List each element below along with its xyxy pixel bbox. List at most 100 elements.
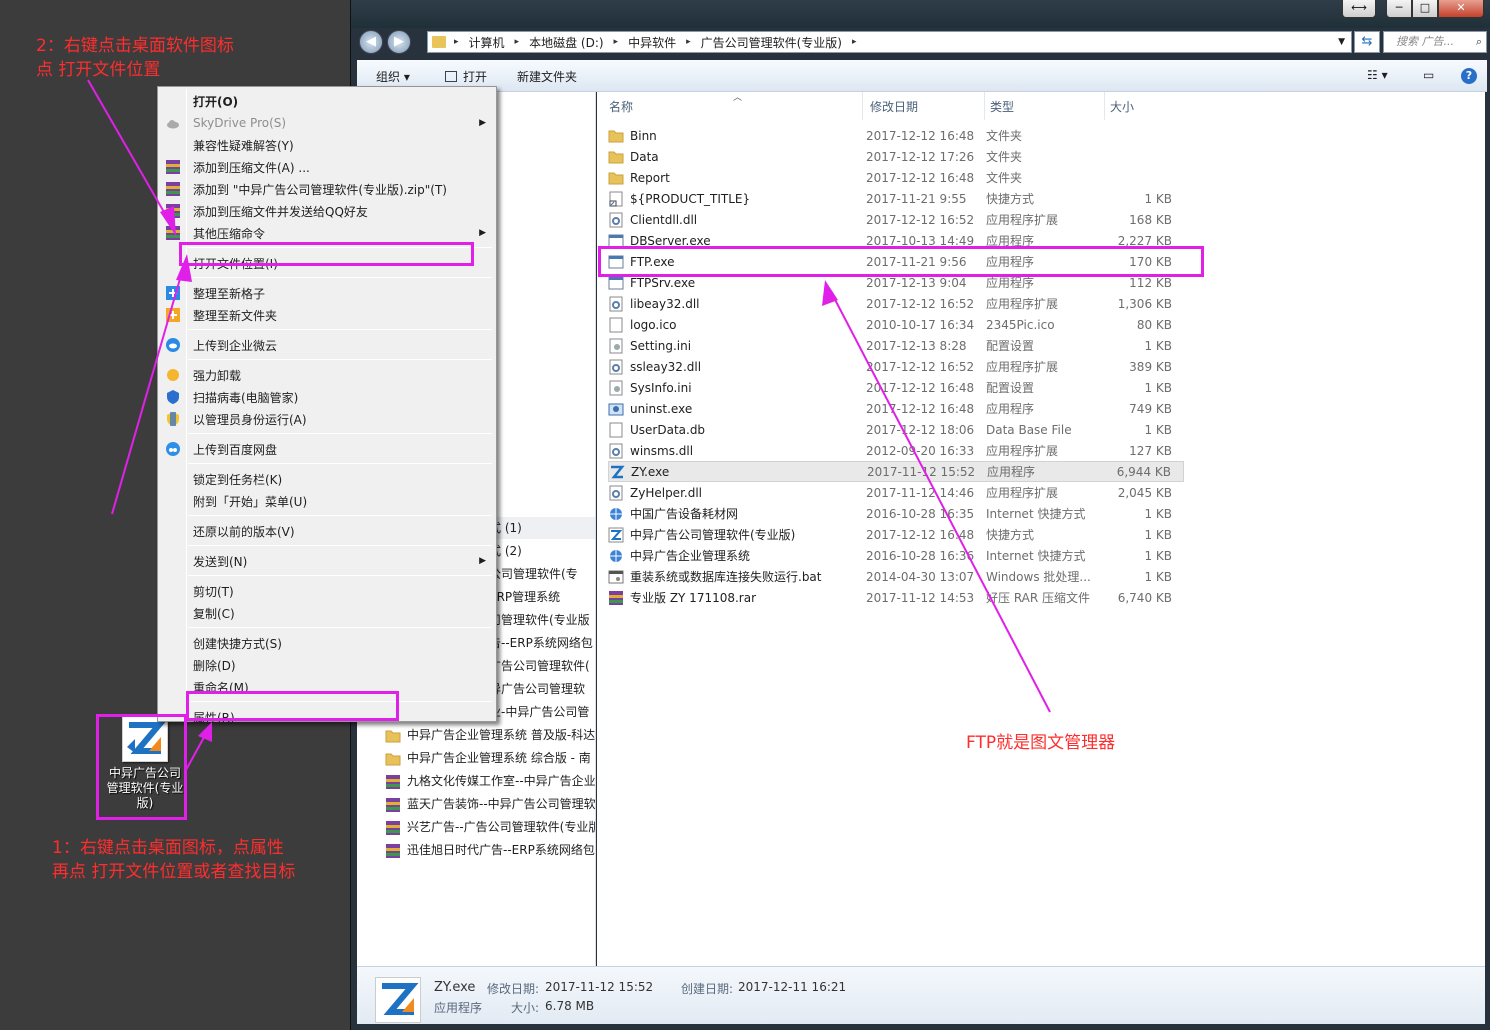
file-row[interactable]: Clientdll.dll 2017-12-12 16:52 应用程序扩展 168 K… [608, 209, 1184, 230]
resize-button[interactable]: ⟷ [1342, 0, 1376, 18]
navpane-item[interactable]: 业-中异广告公司管 [489, 700, 589, 723]
menu-item[interactable]: 以管理员身份运行(A) [160, 408, 494, 430]
minimize-button[interactable]: ─ [1386, 0, 1412, 18]
navpane-item[interactable]: 中异广告企业管理系统 综合版 - 南 [385, 746, 591, 769]
uninstall-tool-icon [165, 367, 181, 383]
file-row[interactable]: Binn 2017-12-12 16:48 文件夹 [608, 125, 1184, 146]
file-row[interactable]: ${PRODUCT_TITLE} 2017-11-21 9:55 快捷方式 1 KB [608, 188, 1184, 209]
file-name: uninst.exe [630, 401, 693, 416]
column-header-size[interactable]: 大小 [1110, 98, 1134, 115]
view-options-button[interactable]: ☷ ▾ [1367, 68, 1388, 82]
file-row[interactable]: winsms.dll 2012-09-20 16:33 应用程序扩展 127 KB [608, 440, 1184, 461]
navpane-item[interactable]: ERP管理系统 [489, 585, 560, 608]
menu-item[interactable]: 剪切(T) [160, 580, 494, 602]
file-row[interactable]: Setting.ini 2017-12-13 8:28 配置设置 1 KB [608, 335, 1184, 356]
menu-item[interactable]: 发送到(N) ▶ [160, 550, 494, 572]
file-row[interactable]: ZyHelper.dll 2017-11-12 14:46 应用程序扩展 2,045 … [608, 482, 1184, 503]
menu-item[interactable]: 上传到百度网盘 [160, 438, 494, 460]
menu-item[interactable]: 添加到 "中异广告公司管理软件(专业版).zip"(T) [160, 178, 494, 200]
breadcrumb-separator: ▸ [454, 37, 459, 47]
breadcrumb-current[interactable]: 广告公司管理软件(专业版) [701, 34, 842, 51]
navpane-item[interactable]: 广告公司管理软件( [489, 654, 590, 677]
navpane-item[interactable]: 兴艺广告--广告公司管理软件(专业版 [385, 815, 595, 838]
file-name: 中国广告设备耗材网 [630, 507, 739, 521]
menu-item[interactable]: 兼容性疑难解答(Y) [160, 134, 494, 156]
navpane-item[interactable]: 九格文化传媒工作室--中异广告企业 [385, 769, 595, 792]
menu-item-label: 锁定到任务栏(K) [193, 472, 283, 487]
folder-icon [608, 128, 624, 144]
file-row[interactable]: 中异广告公司管理软件(专业版) 2017-12-12 16:48 快捷方式 1 KB [608, 524, 1184, 545]
menu-item[interactable]: 创建快捷方式(S) [160, 632, 494, 654]
file-row[interactable]: ssleay32.dll 2017-12-12 16:52 应用程序扩展 389 KB [608, 356, 1184, 377]
navpane-item[interactable]: 告--ERP系统网络包 [489, 631, 593, 654]
new-folder-button[interactable]: 新建文件夹 [517, 68, 577, 85]
menu-item[interactable]: 扫描病毒(电脑管家) [160, 386, 494, 408]
file-row[interactable]: 专业版 ZY 171108.rar 2017-11-12 14:53 好压 RAR … [608, 587, 1184, 608]
forward-button[interactable]: ▶ [387, 30, 411, 54]
menu-item[interactable]: 添加到压缩文件并发送给QQ好友 [160, 200, 494, 222]
menu-item-label: 发送到(N) [193, 554, 248, 569]
help-button[interactable]: ? [1461, 68, 1477, 84]
menu-item[interactable]: 添加到压缩文件(A) ... [160, 156, 494, 178]
menu-item[interactable]: 整理至新格子 [160, 282, 494, 304]
menu-item[interactable]: 强力卸载 [160, 364, 494, 386]
column-header-type[interactable]: 类型 [990, 98, 1014, 115]
file-row[interactable]: uninst.exe 2017-12-12 16:48 应用程序 749 KB [608, 398, 1184, 419]
menu-item[interactable]: SkyDrive Pro(S) ▶ [160, 112, 494, 134]
menu-item-label: 其他压缩命令 [193, 226, 266, 241]
file-icon [608, 422, 624, 438]
menu-item[interactable]: 其他压缩命令 ▶ [160, 222, 494, 244]
file-size: 2,045 KB [1117, 485, 1172, 500]
file-size: 80 KB [1136, 317, 1172, 332]
menu-item[interactable]: 锁定到任务栏(K) [160, 468, 494, 490]
search-input[interactable]: 搜索 广告... ⌕ [1383, 31, 1487, 53]
file-size: 6,740 KB [1117, 590, 1172, 605]
zy-app-icon [609, 464, 625, 480]
chevron-down-icon[interactable]: ▼ [1338, 37, 1345, 47]
file-row[interactable]: Data 2017-12-12 17:26 文件夹 [608, 146, 1184, 167]
preview-pane-button[interactable]: ▭ [1423, 68, 1434, 82]
menu-item-label: 整理至新文件夹 [193, 308, 278, 323]
highlight-open-file-location [179, 242, 474, 266]
navpane-item[interactable]: 司管理软件(专业版 [489, 608, 590, 631]
breadcrumb-drive[interactable]: 本地磁盘 (D:) [529, 34, 603, 51]
back-button[interactable]: ◀ [359, 30, 383, 54]
menu-item[interactable]: 上传到企业微云 [160, 334, 494, 356]
file-row[interactable]: Report 2017-12-12 16:48 文件夹 [608, 167, 1184, 188]
file-row[interactable]: libeay32.dll 2017-12-12 16:52 应用程序扩展 1,306 … [608, 293, 1184, 314]
menu-item[interactable]: 还原以前的版本(V) [160, 520, 494, 542]
sort-ascending-icon: ︿ [733, 93, 743, 103]
menu-item-label: 兼容性疑难解答(Y) [193, 138, 294, 153]
menu-item[interactable]: 删除(D) [160, 654, 494, 676]
menu-item[interactable]: 复制(C) [160, 602, 494, 624]
menu-item[interactable]: 整理至新文件夹 [160, 304, 494, 326]
open-button[interactable]: 打开 [445, 68, 487, 85]
file-row[interactable]: SysInfo.ini 2017-12-12 16:48 配置设置 1 KB [608, 377, 1184, 398]
menu-item[interactable]: 打开(O) [160, 90, 494, 112]
annotation-step-1-line2: 再点 打开文件位置或者查找目标 [52, 862, 296, 882]
command-bar: 组织 ▾ 打开 新建文件夹 ☷ ▾ ▭ ? [357, 60, 1487, 92]
column-header-date[interactable]: 修改日期 [870, 98, 918, 115]
file-row[interactable]: 中国广告设备耗材网 2016-10-28 16:35 Internet 快捷方式 1 … [608, 503, 1184, 524]
file-row[interactable]: ZY.exe 2017-11-12 15:52 应用程序 6,944 KB [608, 461, 1184, 482]
menu-item[interactable]: 附到「开始」菜单(U) [160, 490, 494, 512]
address-bar[interactable]: ▸ 计算机 ▸ 本地磁盘 (D:) ▸ 中异软件 ▸ 广告公司管理软件(专业版)… [427, 31, 1352, 53]
maximize-button[interactable]: □ [1412, 0, 1438, 18]
details-created: 2017-12-11 16:21 [738, 980, 847, 994]
file-row[interactable]: UserData.db 2017-12-12 18:06 Data Base Fil… [608, 419, 1184, 440]
close-button[interactable]: ✕ [1438, 0, 1484, 18]
navpane-item[interactable]: 迅佳旭日时代广告--ERP系统网络包 [385, 838, 595, 861]
refresh-button[interactable]: ⇆ [1354, 31, 1380, 53]
column-header-name[interactable]: 名称 [609, 98, 633, 115]
file-row[interactable]: 中异广告企业管理系统 2016-10-28 16:36 Internet 快捷方式 1… [608, 545, 1184, 566]
rar-icon [385, 843, 401, 858]
breadcrumb-folder[interactable]: 中异软件 [628, 34, 676, 51]
file-row[interactable]: logo.ico 2010-10-17 16:34 2345Pic.ico 80 KB [608, 314, 1184, 335]
file-row[interactable]: 重装系统或数据库连接失败运行.bat 2014-04-30 13:07 Window… [608, 566, 1184, 587]
navpane-item[interactable]: 蓝天广告装饰--中异广告公司管理软 [385, 792, 595, 815]
navpane-item[interactable]: 公司管理软件(专 [489, 562, 578, 585]
navpane-item[interactable]: 异广告公司管理软 [489, 677, 585, 700]
file-size: 1,306 KB [1117, 296, 1172, 311]
organize-button[interactable]: 组织 ▾ [376, 68, 410, 85]
breadcrumb-computer[interactable]: 计算机 [469, 34, 505, 51]
